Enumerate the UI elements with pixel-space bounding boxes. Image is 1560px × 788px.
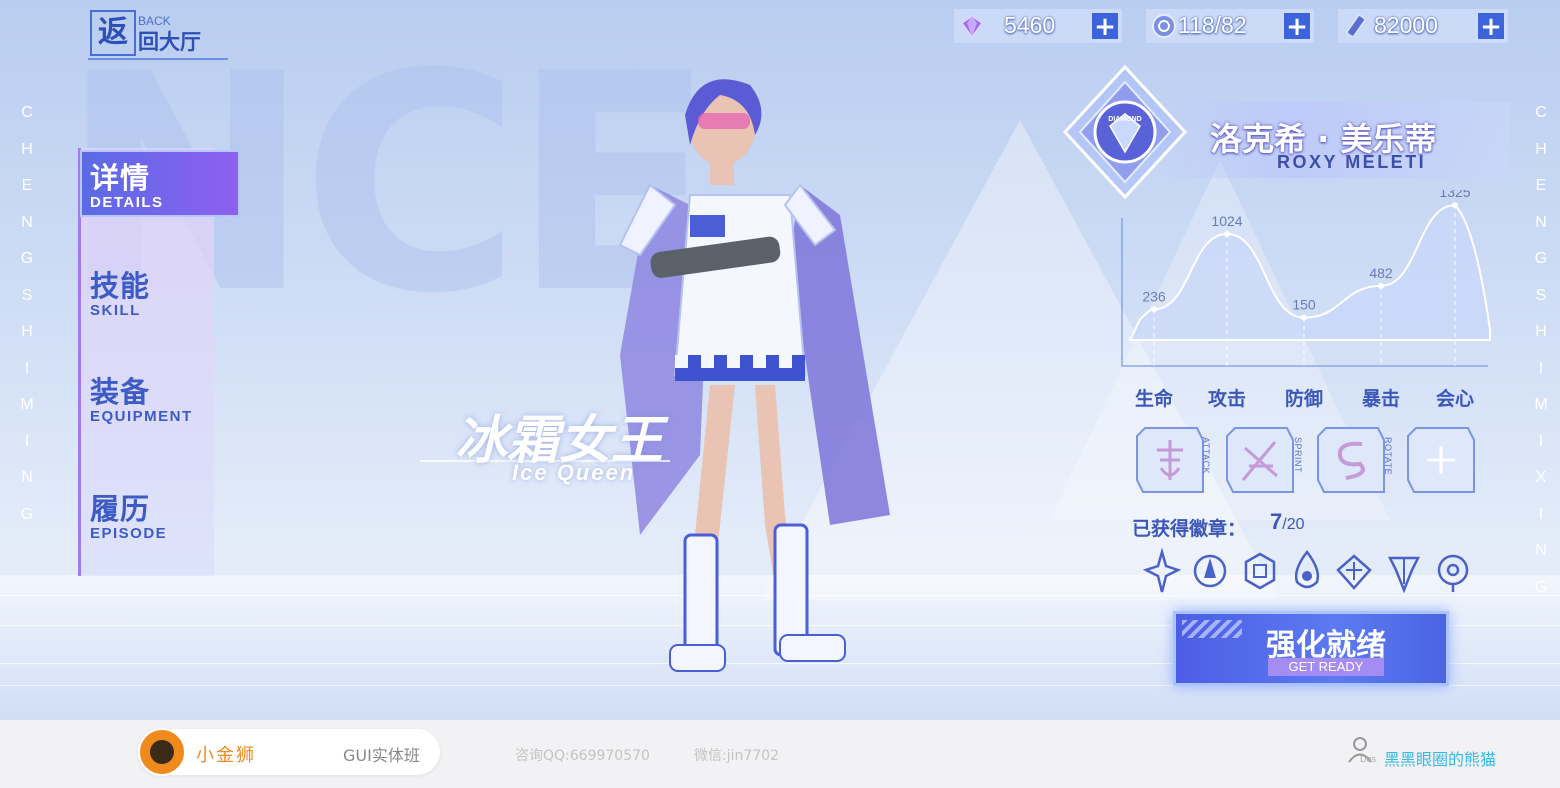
chart-point bbox=[1452, 202, 1458, 209]
nav-equipment-en: EQUIPMENT bbox=[90, 408, 193, 425]
chart-value-label: 150 bbox=[1292, 297, 1316, 313]
badges-count-value: 7 bbox=[1270, 509, 1283, 534]
currency-coin: 118/82 + bbox=[1146, 9, 1314, 43]
currency-crystal: 82000 + bbox=[1338, 9, 1508, 43]
chart-point bbox=[1301, 314, 1307, 321]
skill-tag-attack: ATTACK bbox=[1201, 437, 1211, 475]
badge-medal-icon[interactable] bbox=[1433, 548, 1473, 594]
chart-value-label: 1325 bbox=[1439, 190, 1470, 200]
back-underline bbox=[88, 58, 228, 60]
nav-details-en: DETAILS bbox=[90, 194, 164, 211]
chart-value-label: 236 bbox=[1142, 288, 1166, 304]
game-scene: NCE CHENGSHIMING CHENGSHIMIXING 返 BACK 回… bbox=[0, 0, 1560, 720]
badges-label: 已获得徽章： bbox=[1132, 518, 1247, 540]
back-glyph: 返 bbox=[90, 10, 136, 56]
character-title-en: Ice Queen bbox=[512, 460, 636, 485]
badge-medal-icon[interactable] bbox=[1334, 548, 1374, 594]
badge-medal-icon[interactable] bbox=[1287, 548, 1327, 594]
nav-item-skill[interactable]: 技能 SKILL bbox=[90, 270, 150, 319]
coin-amount: 118/82 bbox=[1178, 12, 1247, 38]
brand-name: 小金狮 bbox=[196, 745, 256, 766]
skill-tag-rotate: ROTATE bbox=[1383, 437, 1393, 476]
author-name: 黑黑眼圈的熊猫 bbox=[1384, 750, 1497, 769]
side-vertical-text-left: CHENGSHIMING bbox=[20, 104, 36, 523]
chart-value-label: 482 bbox=[1369, 265, 1393, 281]
chart-point bbox=[1151, 306, 1157, 313]
nav-equipment-cn: 装备 bbox=[90, 375, 151, 409]
nav-episode-en: EPISODE bbox=[90, 525, 168, 542]
chart-category-label: 攻击 bbox=[1207, 388, 1246, 410]
wechat-contact: 微信:jin7702 bbox=[694, 748, 779, 764]
chart-point bbox=[1378, 282, 1384, 289]
skill-tag-sprint: SPRINT bbox=[1293, 437, 1303, 474]
diamond-icon bbox=[958, 12, 986, 40]
attack-skill-icon bbox=[1136, 427, 1204, 493]
nav-item-episode[interactable]: 履历 EPISODE bbox=[90, 493, 167, 542]
nav-episode-cn: 履历 bbox=[90, 492, 151, 526]
skill-slot-sprint[interactable] bbox=[1225, 426, 1295, 494]
nav-skill-cn: 技能 bbox=[90, 269, 151, 303]
skill-slot-attack[interactable] bbox=[1135, 426, 1205, 494]
des-label: Des bbox=[1360, 754, 1377, 764]
diamond-amount: 5460 bbox=[1004, 12, 1056, 38]
badge-medal-icon[interactable] bbox=[1240, 548, 1280, 594]
currency-diamond: 5460 + bbox=[954, 9, 1122, 43]
attribute-chart: 236 1024 150 482 1325 bbox=[1121, 190, 1491, 367]
add-coin-button[interactable]: + bbox=[1282, 11, 1312, 41]
badges-count: 7/20 bbox=[1270, 509, 1305, 535]
badge-medal-icon[interactable] bbox=[1142, 547, 1182, 594]
crystal-amount: 82000 bbox=[1374, 12, 1438, 38]
chart-point bbox=[1224, 230, 1230, 237]
badges-total: /20 bbox=[1282, 516, 1305, 533]
character-illustration bbox=[590, 55, 920, 720]
side-vertical-text-right: CHENGSHIMIXING bbox=[1534, 104, 1550, 596]
add-crystal-button[interactable]: + bbox=[1476, 11, 1506, 41]
nav-details-cn: 详情 bbox=[90, 161, 151, 195]
add-diamond-button[interactable]: + bbox=[1090, 11, 1120, 41]
nav-item-details[interactable]: 详情 DETAILS bbox=[90, 162, 164, 211]
chart-category-label: 会心 bbox=[1435, 388, 1474, 410]
coin-icon bbox=[1150, 12, 1178, 40]
nav-item-equipment[interactable]: 装备 EQUIPMENT bbox=[90, 376, 193, 425]
get-ready-en: GET READY bbox=[1268, 658, 1384, 676]
add-skill-button[interactable] bbox=[1406, 426, 1476, 494]
chart-area bbox=[1128, 204, 1491, 341]
get-ready-button[interactable]: 强化就绪 GET READY bbox=[1173, 611, 1449, 686]
qq-contact: 咨询QQ:669970570 bbox=[515, 748, 650, 764]
footer-bar: 小金狮 GUI实体班 咨询QQ:669970570 微信:jin7702 Des… bbox=[0, 720, 1560, 788]
chart-value-label: 1024 bbox=[1211, 213, 1242, 229]
back-to-lobby-button[interactable]: 返 BACK 回大厅 bbox=[88, 8, 230, 68]
brand-pill: 小金狮 GUI实体班 bbox=[138, 728, 440, 776]
character-name-en: ROXY MELETI bbox=[1277, 152, 1427, 172]
add-skill-icon bbox=[1407, 427, 1475, 493]
chart-category-label: 防御 bbox=[1284, 388, 1323, 410]
skill-slot-rotate[interactable] bbox=[1316, 426, 1386, 494]
back-cn-label: 回大厅 bbox=[138, 30, 201, 54]
crystal-icon bbox=[1342, 12, 1370, 40]
diamond-rank-badge: DIAMOND bbox=[1060, 62, 1190, 202]
nav-skill-en: SKILL bbox=[90, 302, 141, 319]
course-name: GUI实体班 bbox=[343, 746, 420, 765]
chart-category-label: 暴击 bbox=[1361, 388, 1400, 410]
sprint-skill-icon bbox=[1226, 427, 1294, 493]
chart-category-label: 生命 bbox=[1134, 388, 1173, 410]
rank-label: DIAMOND bbox=[1108, 116, 1141, 123]
lion-logo-icon bbox=[138, 728, 186, 776]
rotate-skill-icon bbox=[1317, 427, 1385, 493]
badge-medal-icon[interactable] bbox=[1384, 548, 1424, 594]
badge-medal-icon[interactable] bbox=[1190, 548, 1230, 594]
